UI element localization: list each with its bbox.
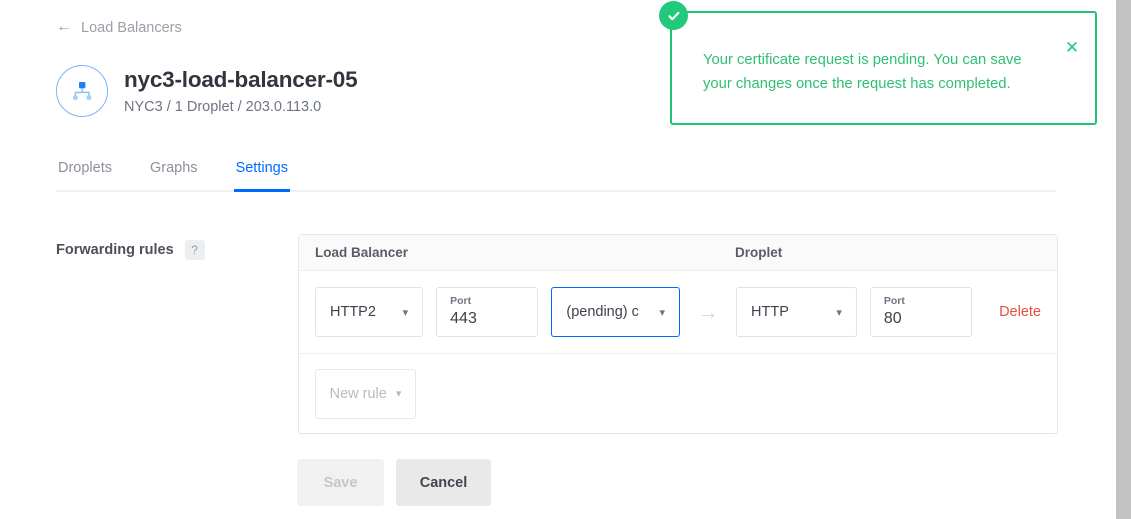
table-row: HTTP2 ▾ Port 443 (pending) c ▾ → HTTP ▾ …: [299, 271, 1057, 354]
chevron-down-icon: ▾: [402, 306, 409, 319]
page-header: nyc3-load-balancer-05 NYC3 / 1 Droplet /…: [56, 64, 358, 117]
certificate-select[interactable]: (pending) c ▾: [551, 287, 681, 337]
new-rule-button[interactable]: New rule ▾: [315, 368, 416, 419]
lb-port-value: 443: [450, 310, 477, 328]
breadcrumb-label: Load Balancers: [81, 20, 182, 36]
lb-port-label: Port: [450, 295, 472, 307]
tab-droplets[interactable]: Droplets: [56, 160, 114, 192]
droplet-port-label: Port: [883, 295, 905, 307]
breadcrumb[interactable]: ← Load Balancers: [56, 18, 182, 37]
arrow-left-icon: ←: [56, 18, 72, 35]
help-icon[interactable]: ?: [184, 240, 205, 260]
chevron-down-icon: ▾: [659, 306, 666, 319]
droplet-port-input[interactable]: Port 80: [869, 287, 973, 337]
new-rule-row: New rule ▾: [299, 354, 1057, 433]
delete-rule-button[interactable]: Delete: [999, 304, 1041, 320]
table-header-row: Load Balancer Droplet: [299, 235, 1057, 271]
save-button[interactable]: Save: [297, 459, 384, 506]
page-scrollbar[interactable]: [1114, 0, 1131, 519]
lb-protocol-select[interactable]: HTTP2 ▾: [315, 287, 424, 337]
page-subtitle: NYC3 / 1 Droplet / 203.0.113.0: [124, 99, 322, 115]
new-rule-label: New rule: [329, 385, 387, 402]
chevron-down-icon: ▾: [836, 306, 842, 319]
notification-banner: Your certificate request is pending. You…: [670, 11, 1097, 125]
load-balancer-icon: [56, 65, 108, 117]
forwarding-rules-table: Load Balancer Droplet HTTP2 ▾ Port 443 (…: [298, 234, 1058, 434]
tab-graphs[interactable]: Graphs: [148, 160, 200, 192]
certificate-value: (pending) c: [566, 304, 639, 320]
lb-port-input[interactable]: Port 443: [436, 287, 539, 337]
column-header-droplet: Droplet: [735, 245, 783, 260]
droplet-protocol-select[interactable]: HTTP ▾: [736, 287, 857, 337]
close-icon[interactable]: ✕: [1062, 37, 1082, 57]
form-actions: Save Cancel: [297, 459, 491, 506]
cancel-button[interactable]: Cancel: [396, 459, 491, 506]
forwarding-rules-label-group: Forwarding rules ?: [56, 240, 205, 260]
tab-settings[interactable]: Settings: [233, 160, 290, 192]
chevron-down-icon: ▾: [395, 388, 402, 400]
page-title: nyc3-load-balancer-05: [124, 67, 358, 92]
arrow-right-icon: →: [697, 300, 719, 324]
forwarding-rules-label: Forwarding rules: [56, 242, 174, 258]
column-header-load-balancer: Load Balancer: [315, 245, 409, 260]
scrollbar-thumb[interactable]: [1116, 0, 1131, 519]
notification-message: Your certificate request is pending. You…: [703, 52, 1022, 92]
lb-protocol-value: HTTP2: [330, 304, 376, 320]
droplet-port-value: 80: [883, 310, 902, 328]
success-check-icon: [659, 1, 688, 30]
droplet-protocol-value: HTTP: [751, 304, 789, 320]
tab-bar: Droplets Graphs Settings: [56, 160, 1056, 192]
